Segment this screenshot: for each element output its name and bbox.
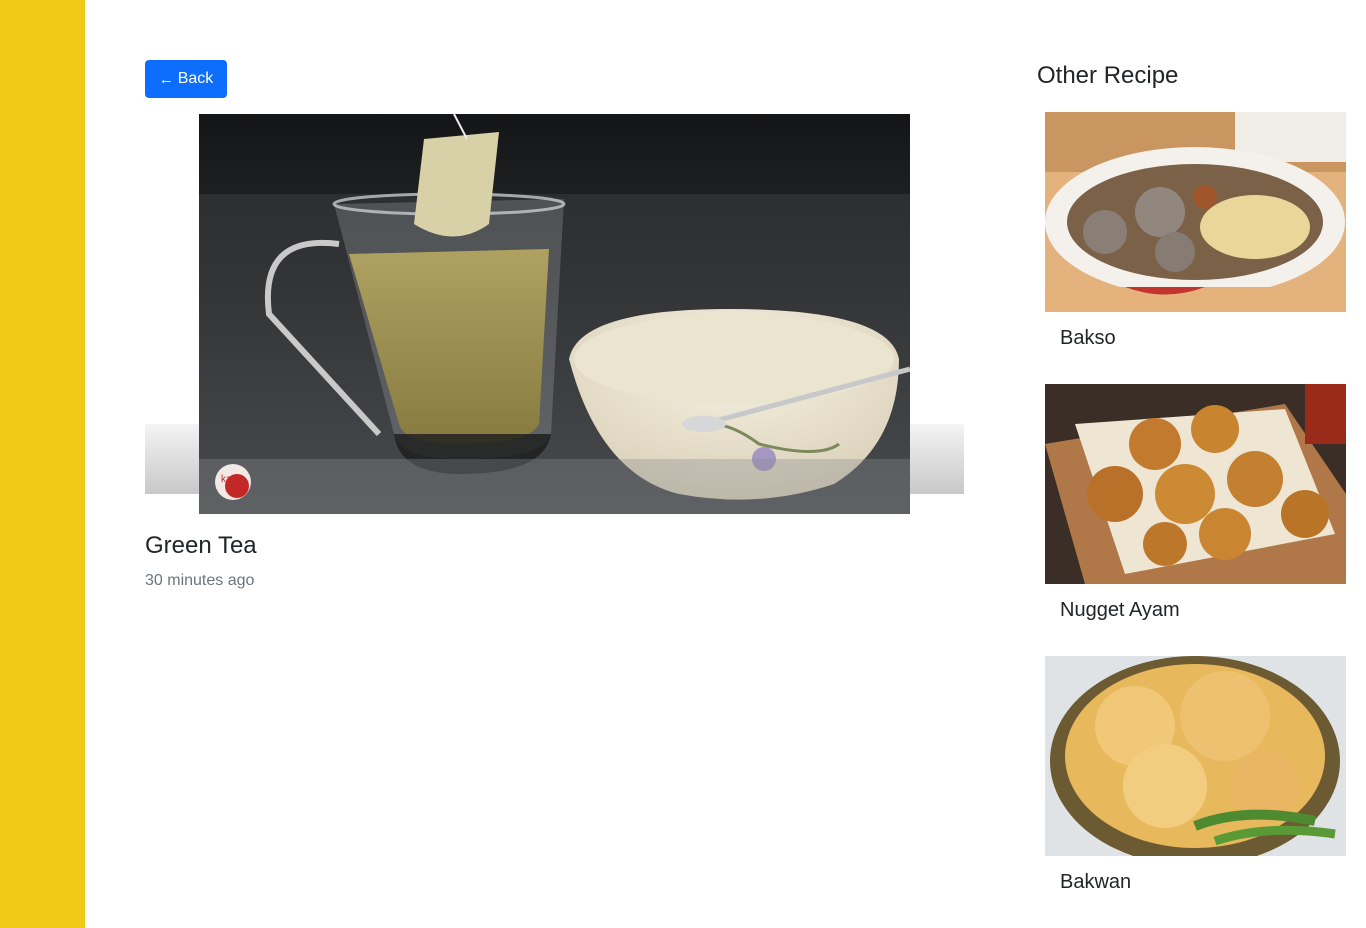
back-button[interactable]: ← Back <box>145 60 227 98</box>
bakwan-image <box>1045 656 1346 856</box>
recipe-card-title: Bakwan <box>1060 871 1132 893</box>
other-recipe-heading: Other Recipe <box>1037 62 1179 89</box>
recipe-card-title: Bakso <box>1060 327 1116 349</box>
recipe-card-title: Nugget Ayam <box>1060 599 1180 621</box>
recipe-timestamp: 30 minutes ago <box>145 572 255 589</box>
recipe-card-bakwan[interactable]: Bakwan <box>1045 656 1346 893</box>
carousel-next-icon[interactable]: › <box>930 454 950 474</box>
recipe-title: Green Tea <box>145 532 257 559</box>
back-button-label: Back <box>177 70 214 87</box>
yellow-side-strip <box>0 0 85 928</box>
carousel-prev-icon[interactable]: ‹ <box>159 454 179 474</box>
recipe-card-bakso[interactable]: Bakso <box>1045 112 1346 349</box>
recipe-card-nugget-ayam[interactable]: Nugget Ayam <box>1045 384 1346 621</box>
recipe-video[interactable]: ka <box>199 114 910 514</box>
bakso-image <box>1045 112 1346 312</box>
recipe-media-carousel: ‹ › ka <box>145 114 964 514</box>
svg-text:ka: ka <box>221 474 232 485</box>
nugget-ayam-image <box>1045 384 1346 584</box>
arrow-left-icon: ← <box>158 70 174 88</box>
